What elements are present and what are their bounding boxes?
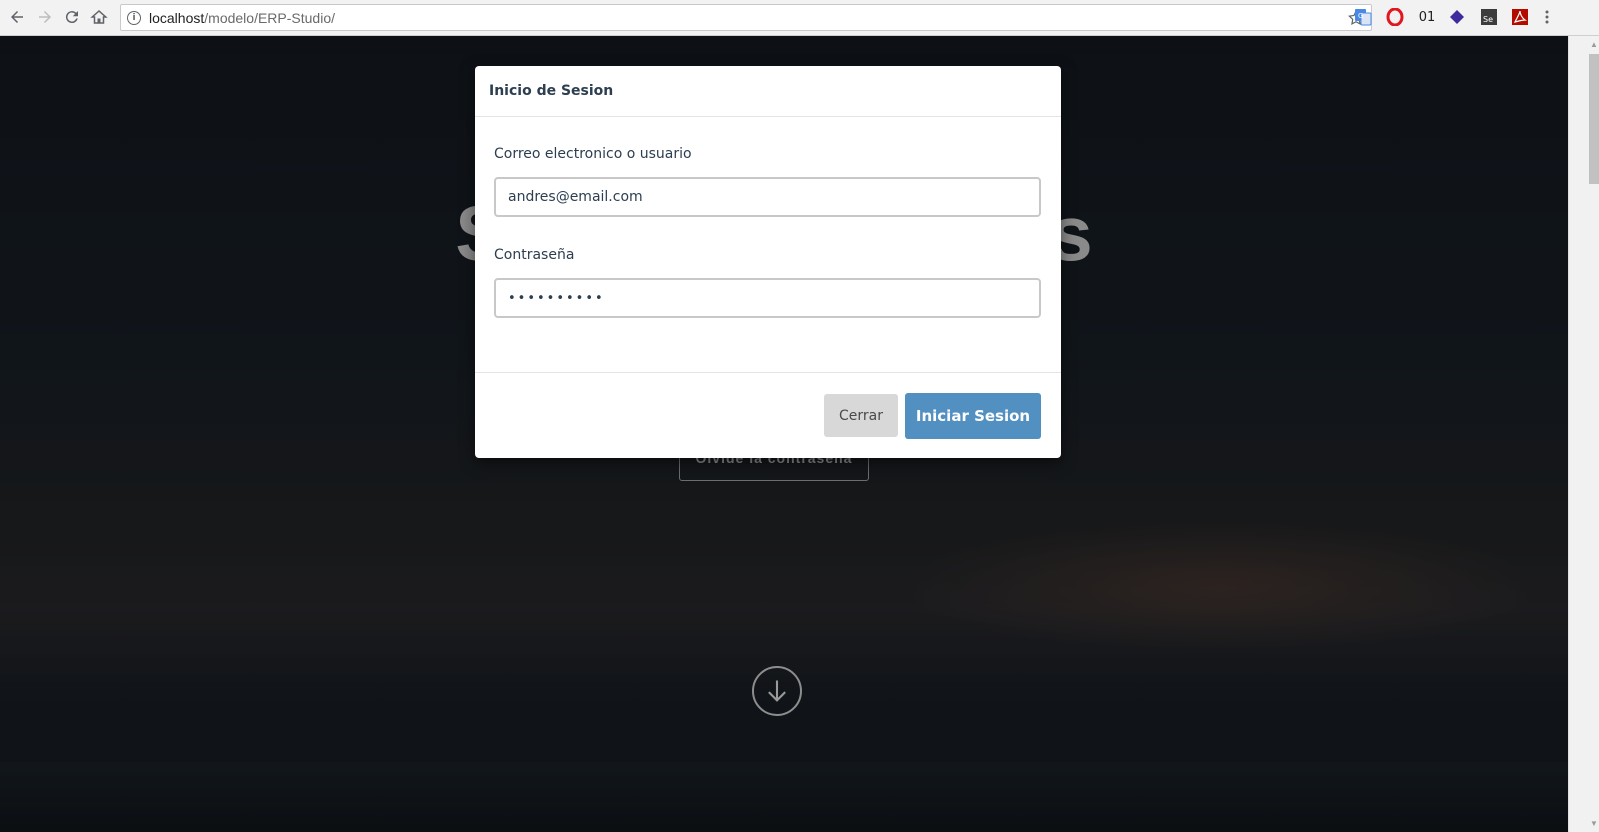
email-label: Correo electronico o usuario <box>494 146 692 162</box>
url-path: /modelo/ERP-Studio/ <box>204 9 335 26</box>
email-field[interactable]: andres@email.com <box>494 177 1041 217</box>
browser-toolbar: i localhost/modelo/ERP-Studio/ G 01 Se <box>0 0 1599 36</box>
selenium-extension-icon[interactable]: Se <box>1480 8 1498 26</box>
password-field[interactable]: •••••••••• <box>494 278 1041 318</box>
home-icon[interactable] <box>88 6 110 28</box>
modal-footer: Cerrar Iniciar Sesion <box>475 372 1061 458</box>
browser-menu-icon[interactable] <box>1541 8 1553 26</box>
arrow-down-icon <box>768 680 786 702</box>
page-scrollbar[interactable]: ▲ ▼ <box>1568 36 1599 832</box>
reload-icon[interactable] <box>61 6 83 28</box>
translate-extension-icon[interactable]: G <box>1354 8 1372 26</box>
login-modal: Inicio de Sesion Correo electronico o us… <box>475 66 1061 458</box>
scroll-down-button[interactable] <box>752 666 802 716</box>
scrollbar-thumb[interactable] <box>1589 54 1599 184</box>
svg-text:Se: Se <box>1483 15 1493 24</box>
url-text[interactable]: localhost/modelo/ERP-Studio/ <box>149 10 335 26</box>
site-info-icon[interactable]: i <box>127 10 141 25</box>
login-button[interactable]: Iniciar Sesion <box>905 393 1041 439</box>
back-icon[interactable] <box>6 6 28 28</box>
password-label: Contraseña <box>494 247 575 263</box>
scroll-down-arrow-icon[interactable]: ▼ <box>1589 819 1599 828</box>
modal-title: Inicio de Sesion <box>489 83 614 99</box>
opera-extension-icon[interactable] <box>1386 8 1404 26</box>
scroll-up-arrow-icon[interactable]: ▲ <box>1589 40 1599 49</box>
svg-text:G: G <box>1358 12 1363 20</box>
layers-extension-icon[interactable] <box>1448 8 1466 26</box>
close-button[interactable]: Cerrar <box>824 394 898 437</box>
pdf-extension-icon[interactable] <box>1511 8 1529 26</box>
url-host: localhost <box>149 9 205 26</box>
counter-extension-label[interactable]: 01 <box>1416 8 1438 26</box>
address-bar[interactable]: i localhost/modelo/ERP-Studio/ <box>120 4 1372 31</box>
modal-header: Inicio de Sesion <box>475 66 1061 117</box>
forward-icon[interactable] <box>34 6 56 28</box>
